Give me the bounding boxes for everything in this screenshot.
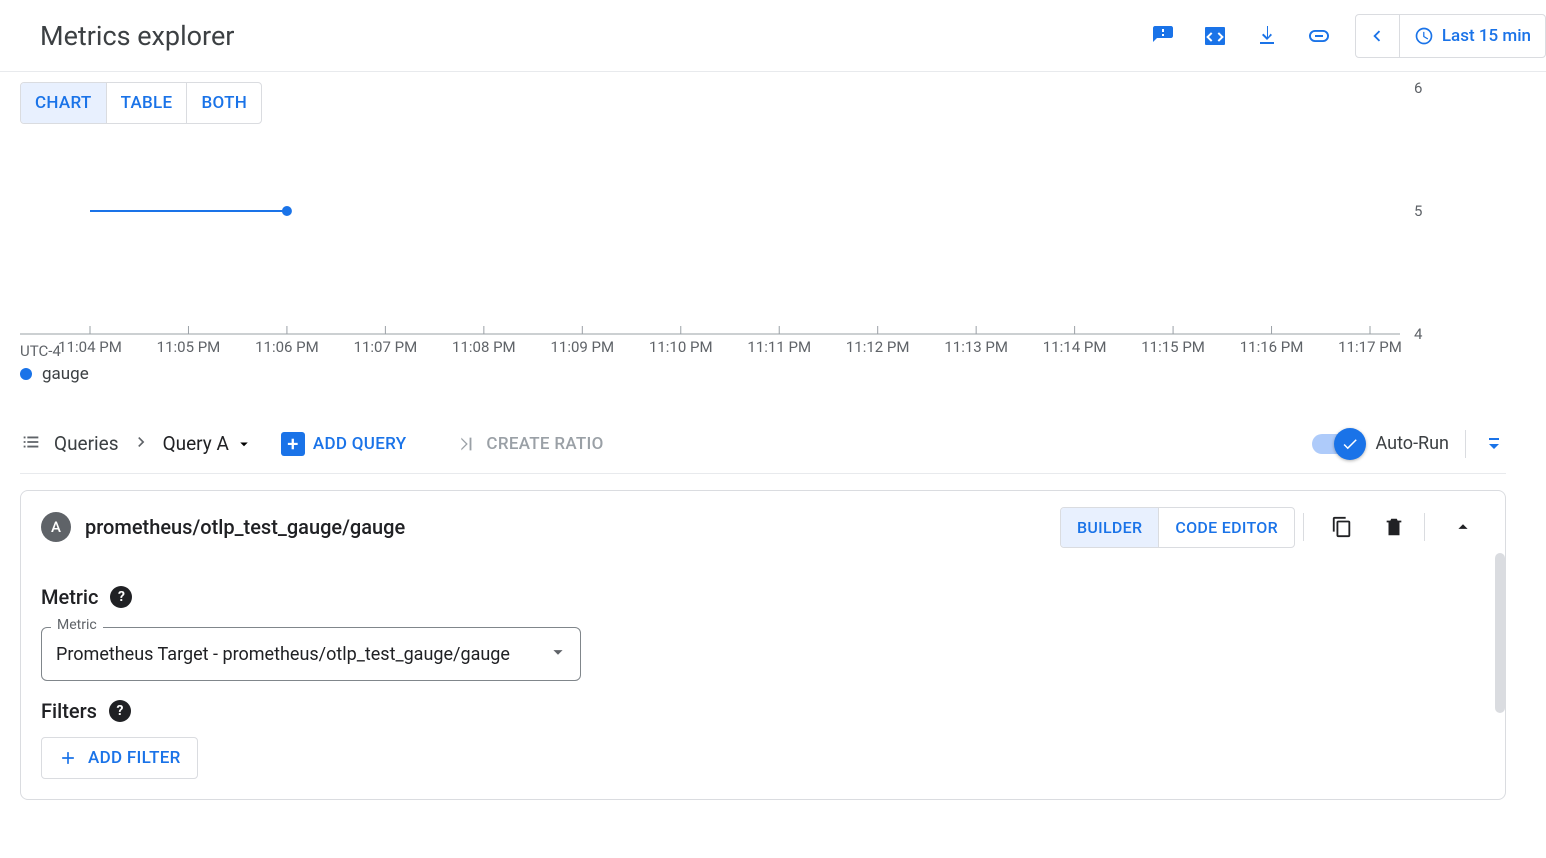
svg-text:11:16 PM: 11:16 PM [1240, 338, 1304, 356]
svg-text:11:08 PM: 11:08 PM [452, 338, 516, 356]
svg-text:11:15 PM: 11:15 PM [1141, 338, 1205, 356]
svg-text:11:09 PM: 11:09 PM [550, 338, 614, 356]
page-title: Metrics explorer [40, 20, 234, 52]
query-title: prometheus/otlp_test_gauge/gauge [85, 515, 405, 539]
svg-text:11:17 PM: 11:17 PM [1338, 338, 1402, 356]
metric-field-label: Metric [51, 617, 103, 633]
current-query-label: Query A [163, 432, 229, 455]
copy-icon[interactable] [1320, 505, 1364, 549]
help-icon[interactable]: ? [109, 700, 131, 722]
svg-text:11:06 PM: 11:06 PM [255, 338, 319, 356]
svg-text:11:05 PM: 11:05 PM [157, 338, 221, 356]
plus-icon: + [281, 432, 305, 456]
queries-list-icon [20, 431, 42, 457]
code-editor-tab[interactable]: CODE EDITOR [1158, 508, 1294, 547]
svg-text:11:10 PM: 11:10 PM [649, 338, 713, 356]
time-range-selector: Last 15 min [1355, 14, 1546, 58]
delete-icon[interactable] [1372, 505, 1416, 549]
tab-both[interactable]: BOTH [186, 83, 261, 123]
metric-field[interactable]: Metric Prometheus Target - prometheus/ot… [41, 627, 581, 681]
legend-label: gauge [42, 364, 89, 384]
queries-toolbar: Queries Query A + ADD QUERY CREATE RATIO [20, 414, 1506, 474]
auto-run-toggle[interactable] [1312, 434, 1360, 454]
builder-tab[interactable]: BUILDER [1061, 508, 1158, 547]
svg-text:11:04 PM: 11:04 PM [58, 338, 122, 356]
metric-section-title: Metric [41, 585, 98, 609]
current-query-dropdown[interactable]: Query A [163, 432, 253, 455]
legend-dot-icon [20, 368, 32, 380]
toggle-knob [1334, 428, 1366, 460]
help-icon[interactable]: ? [110, 586, 132, 608]
chart-legend: gauge [20, 364, 89, 384]
dropdown-caret-icon [547, 641, 569, 667]
svg-text:4: 4 [1414, 325, 1423, 343]
auto-run-label: Auto-Run [1376, 433, 1449, 454]
svg-text:11:07 PM: 11:07 PM [354, 338, 418, 356]
code-icon[interactable] [1191, 12, 1239, 60]
svg-text:11:11 PM: 11:11 PM [747, 338, 811, 356]
filters-section-title: Filters [41, 699, 97, 723]
svg-text:5: 5 [1414, 202, 1422, 220]
create-ratio-button[interactable]: CREATE RATIO [454, 433, 603, 455]
query-panel-header: A prometheus/otlp_test_gauge/gauge BUILD… [21, 491, 1505, 563]
divider [1424, 513, 1425, 541]
tab-table[interactable]: TABLE [106, 83, 187, 123]
query-panel: A prometheus/otlp_test_gauge/gauge BUILD… [20, 490, 1506, 800]
timezone-label: UTC-4 [20, 342, 61, 360]
svg-text:11:12 PM: 11:12 PM [846, 338, 910, 356]
query-panel-body: Metric ? Metric Prometheus Target - prom… [21, 563, 1505, 799]
svg-text:6: 6 [1414, 79, 1422, 97]
download-icon[interactable] [1243, 12, 1291, 60]
divider [1303, 513, 1304, 541]
panel-scrollbar[interactable] [1491, 553, 1505, 793]
query-mode-segment: BUILDER CODE EDITOR [1060, 507, 1295, 548]
chevron-right-icon [131, 432, 151, 456]
query-badge: A [41, 512, 71, 542]
svg-text:11:13 PM: 11:13 PM [944, 338, 1008, 356]
feedback-icon[interactable] [1139, 12, 1187, 60]
header: Metrics explorer Last 15 min [0, 0, 1546, 72]
metric-field-value: Prometheus Target - prometheus/otlp_test… [41, 627, 581, 681]
time-range-prev[interactable] [1356, 14, 1400, 58]
link-icon[interactable] [1295, 12, 1343, 60]
queries-label: Queries [54, 432, 119, 455]
add-filter-button[interactable]: ADD FILTER [41, 737, 198, 779]
time-range-label: Last 15 min [1442, 26, 1531, 46]
collapse-all-button[interactable] [1465, 430, 1506, 458]
view-tab-group: CHART TABLE BOTH [20, 82, 262, 124]
header-actions: Last 15 min [1139, 12, 1546, 60]
tab-chart[interactable]: CHART [21, 83, 106, 123]
add-query-button[interactable]: + ADD QUERY [281, 432, 407, 456]
collapse-panel-icon[interactable] [1441, 505, 1485, 549]
time-range-button[interactable]: Last 15 min [1400, 26, 1545, 46]
svg-text:11:14 PM: 11:14 PM [1043, 338, 1107, 356]
